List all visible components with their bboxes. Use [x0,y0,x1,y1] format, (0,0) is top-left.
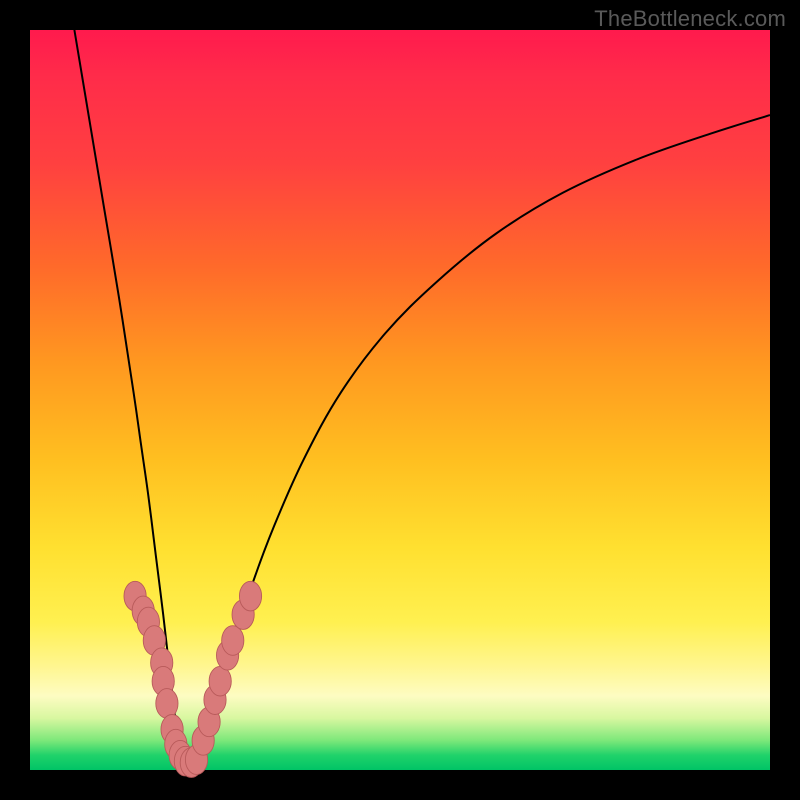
curve-layer [30,30,770,770]
watermark-text: TheBottleneck.com [594,6,786,32]
bead-right [239,581,261,611]
bead-right [222,626,244,656]
chart-frame: TheBottleneck.com [0,0,800,800]
bead-left [156,689,178,719]
curve-right-branch [185,115,770,763]
bead-right [209,666,231,696]
plot-area [30,30,770,770]
